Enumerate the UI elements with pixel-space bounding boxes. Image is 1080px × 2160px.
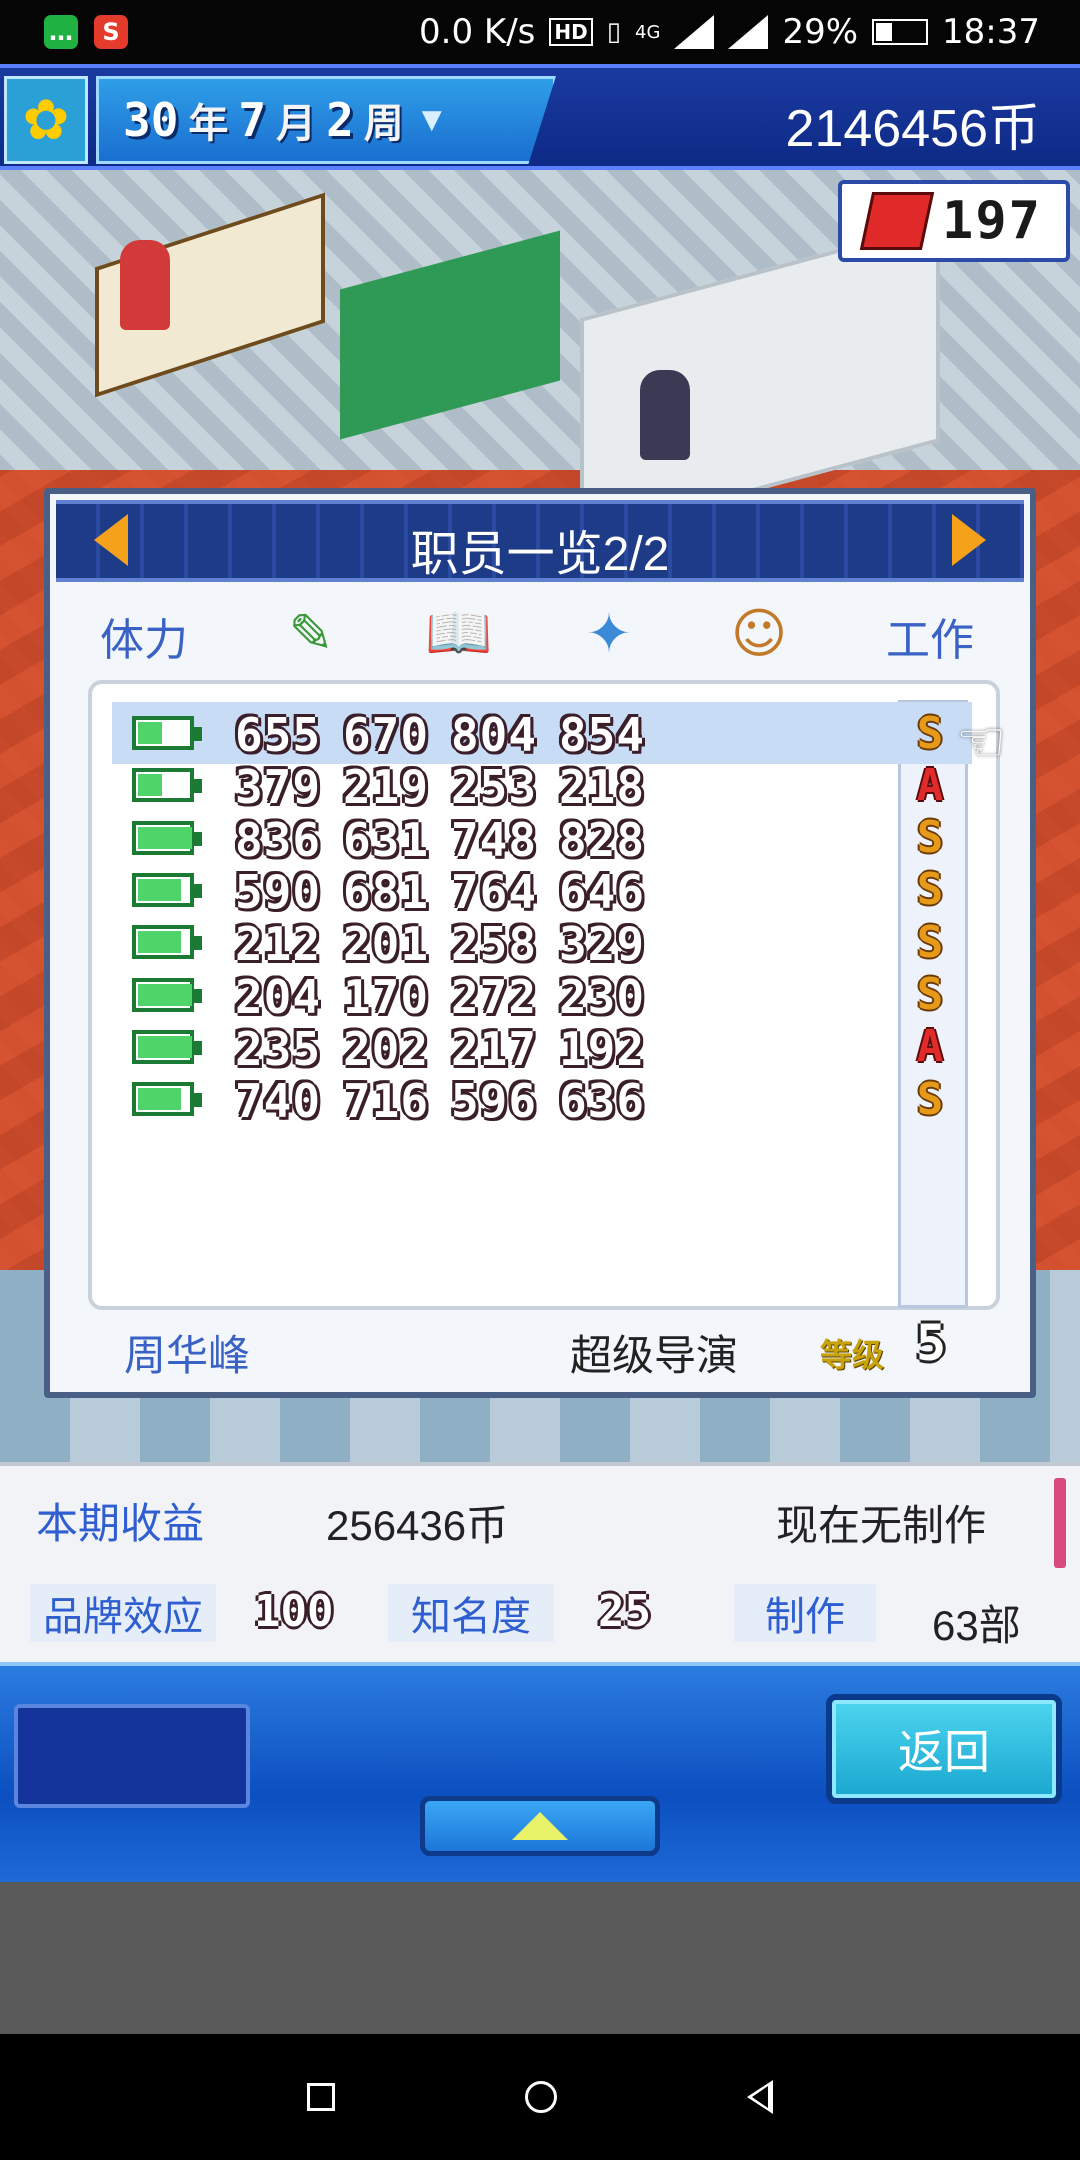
- rank-badge: S: [916, 707, 944, 759]
- staff-stat: 596: [450, 1074, 538, 1129]
- production-status: 现在无制作: [776, 1502, 987, 1549]
- level-value: 5: [916, 1314, 947, 1372]
- pencil-icon[interactable]: ✎: [278, 600, 344, 666]
- battery-icon: [132, 1029, 202, 1064]
- staff-stat: 740: [234, 1074, 322, 1129]
- rank-badge: S: [916, 969, 944, 1020]
- company-info-bar: 本期收益 256436币 现在无制作 品牌效应 100 知名度 25 制作 63…: [0, 1462, 1080, 1662]
- fame-value: 25: [598, 1586, 651, 1637]
- staff-stat: 636: [558, 1074, 646, 1129]
- clock: 18:37: [942, 12, 1040, 52]
- level-label: 等级: [820, 1336, 885, 1374]
- expand-up-button[interactable]: [420, 1796, 660, 1856]
- staff-list-dialog: 职员一览2/2 体力 ✎ 📖 ✦ ☺ 工作 655 670 804 854 S 379 21…: [44, 488, 1036, 1398]
- signal-icon-2: [728, 15, 769, 49]
- battery-icon: [132, 872, 202, 907]
- android-nav-bar: [0, 2034, 1080, 2160]
- date-selector[interactable]: 30 年 7 月 2 周 ▼: [96, 76, 556, 164]
- sunflower-icon[interactable]: ✿: [4, 76, 88, 164]
- year-unit: 年: [188, 101, 229, 147]
- chevron-down-icon[interactable]: ▼: [422, 105, 442, 135]
- game-top-bar: ✿ 30 年 7 月 2 周 ▼ 2146456币: [0, 64, 1080, 170]
- staff-role: 超级导演: [570, 1332, 739, 1379]
- hd-badge: HD: [549, 18, 593, 46]
- month-value: 7: [238, 93, 267, 147]
- battery-icon: [132, 925, 202, 960]
- brand-label: 品牌效应: [30, 1584, 216, 1642]
- back-icon[interactable]: [747, 2080, 773, 2114]
- rank-badge: S: [916, 812, 944, 864]
- battery-icon: [132, 820, 202, 855]
- dialog-header: 职员一览2/2: [56, 500, 1024, 582]
- column-headers: 体力 ✎ 📖 ✦ ☺ 工作: [50, 594, 1030, 674]
- staff-name: 周华峰: [124, 1332, 251, 1379]
- ticket-count: 197: [942, 191, 1042, 251]
- battery-icon: [872, 19, 929, 45]
- back-button[interactable]: 返回: [826, 1694, 1062, 1804]
- year-value: 30: [123, 93, 179, 147]
- home-icon[interactable]: [525, 2081, 557, 2113]
- ticket-counter[interactable]: 197: [838, 180, 1070, 262]
- header-stamina[interactable]: 体力: [100, 604, 188, 668]
- recent-apps-icon[interactable]: [307, 2083, 335, 2111]
- rank-badge: A: [916, 1021, 944, 1073]
- rank-badge: S: [916, 864, 944, 916]
- status-bar: … S 0.0 K/s HD ▯ 4G 29% 18:37: [0, 0, 1080, 64]
- battery-icon: [132, 1082, 202, 1117]
- battery-percent: 29%: [782, 12, 859, 52]
- rank-badge: A: [916, 759, 944, 811]
- rank-badge: S: [916, 916, 944, 968]
- status-bar-right: 0.0 K/s HD ▯ 4G 29% 18:37: [419, 12, 1040, 52]
- week-value: 2: [326, 93, 354, 147]
- fame-label: 知名度: [388, 1584, 554, 1642]
- vibrate-icon: ▯: [606, 17, 622, 47]
- dialog-title: 职员一览2/2: [410, 528, 670, 581]
- receptionist-sprite: [120, 240, 170, 330]
- income-label: 本期收益: [36, 1500, 205, 1547]
- income-value: 256436币: [326, 1502, 509, 1549]
- left-menu-slot[interactable]: [14, 1704, 250, 1808]
- green-room: [340, 230, 560, 440]
- header-work[interactable]: 工作: [886, 604, 974, 668]
- signal-icon: [674, 15, 715, 49]
- control-panel: 返回: [0, 1662, 1080, 1882]
- month-unit: 月: [276, 101, 317, 147]
- net-speed: 0.0 K/s: [419, 12, 536, 52]
- ticket-icon: [859, 192, 935, 250]
- empty-area: [0, 1882, 1080, 2034]
- info-scrollbar[interactable]: [1054, 1478, 1066, 1568]
- staff-stat: 716: [342, 1074, 430, 1129]
- brand-value: 100: [254, 1586, 334, 1637]
- battery-icon: [132, 977, 202, 1012]
- staff-row[interactable]: 740 716 596 636 S: [112, 1068, 972, 1130]
- next-page-arrow-icon[interactable]: [952, 514, 986, 566]
- book-icon[interactable]: 📖: [425, 600, 492, 666]
- rank-badge: S: [916, 1073, 944, 1125]
- week-unit: 周: [363, 101, 404, 147]
- produce-label: 制作: [734, 1584, 876, 1642]
- money-display: 2146456币: [785, 100, 1040, 158]
- actor-icon[interactable]: ☺: [726, 600, 792, 666]
- pointer-hand-icon: ☜: [956, 710, 1007, 775]
- produce-count: 63部: [932, 1602, 1021, 1649]
- staff-table: 655 670 804 854 S 379 219 253 218 A 836 631 748 828 S 5…: [88, 680, 1000, 1310]
- battery-icon: [132, 768, 202, 803]
- battery-icon: [132, 716, 202, 750]
- chevron-up-icon: [512, 1812, 568, 1840]
- s-app-icon: S: [94, 15, 128, 49]
- message-icon: …: [44, 15, 78, 49]
- director-sprite: [640, 370, 690, 460]
- network-type: 4G: [635, 21, 661, 43]
- fan-icon[interactable]: ✦: [576, 600, 642, 666]
